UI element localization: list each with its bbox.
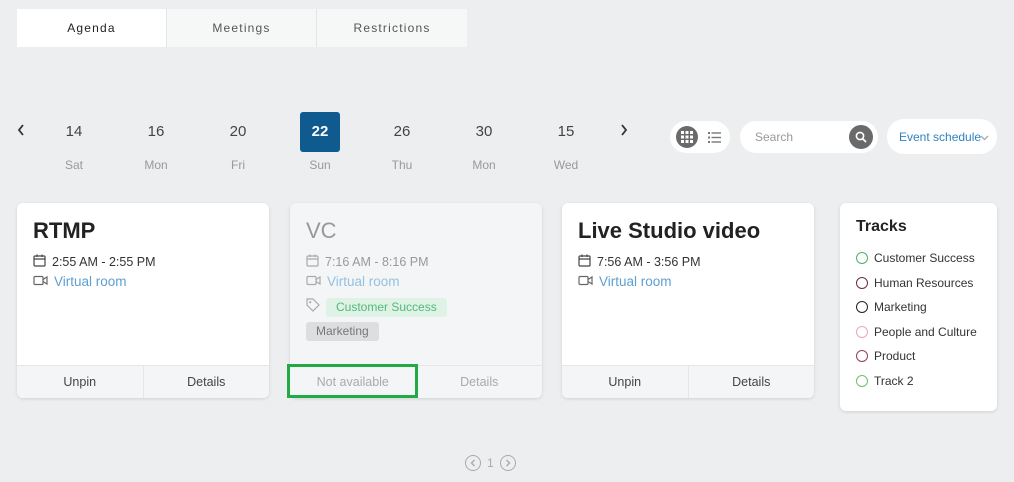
session-time-text: 7:56 AM - 3:56 PM: [597, 255, 701, 269]
date-day: 30: [475, 123, 493, 140]
date-weekday: Sun: [309, 158, 331, 172]
track-item[interactable]: People and Culture: [856, 320, 981, 345]
session-title: VC: [306, 218, 337, 243]
next-page-icon[interactable]: [499, 455, 516, 471]
date-item-selected[interactable]: 22 Sun: [300, 112, 340, 172]
date-item[interactable]: 26 Thu: [382, 112, 422, 172]
session-time: 7:16 AM - 8:16 PM: [306, 254, 429, 270]
tag-icon: [306, 298, 320, 317]
session-time: 7:56 AM - 3:56 PM: [578, 254, 701, 270]
date-item[interactable]: 15 Wed: [546, 112, 586, 172]
unpin-button[interactable]: Unpin: [17, 366, 143, 398]
date-day: 16: [147, 123, 165, 140]
prev-page-icon[interactable]: [465, 455, 481, 471]
view-toggle: [670, 121, 730, 153]
list-view-icon[interactable]: [706, 129, 722, 145]
session-card: RTMP 2:55 AM - 2:55 PM Virtual room Unpi…: [17, 203, 269, 398]
date-day: 20: [229, 123, 247, 140]
session-tags: Customer Success Marketing: [306, 298, 536, 346]
tab-bar: Agenda Meetings Restrictions: [17, 9, 467, 47]
tracks-title: Tracks: [856, 218, 907, 235]
session-card: Live Studio video 7:56 AM - 3:56 PM Virt…: [562, 203, 814, 398]
track-label: Marketing: [874, 300, 927, 315]
grid-view-icon[interactable]: [676, 126, 698, 148]
tab-meetings[interactable]: Meetings: [167, 9, 317, 47]
virtual-room-label: Virtual room: [599, 274, 672, 289]
event-schedule-value: Event schedule: [899, 129, 982, 144]
session-time: 2:55 AM - 2:55 PM: [33, 254, 156, 270]
calendar-icon: [578, 254, 591, 270]
session-title: RTMP: [33, 218, 96, 243]
video-camera-icon: [33, 274, 48, 289]
calendar-icon: [306, 254, 319, 270]
details-button[interactable]: Details: [415, 366, 543, 398]
details-button[interactable]: Details: [687, 366, 815, 398]
tab-restrictions[interactable]: Restrictions: [317, 9, 467, 47]
track-item[interactable]: Product: [856, 344, 981, 369]
video-camera-icon: [578, 274, 593, 289]
chevron-down-icon: [980, 130, 989, 144]
track-color-dot: [856, 325, 868, 338]
date-item[interactable]: 14 Sat: [54, 112, 94, 172]
date-weekday: Fri: [231, 158, 245, 172]
date-day: 14: [65, 123, 83, 140]
date-day: 26: [393, 123, 411, 140]
date-weekday: Wed: [553, 158, 579, 172]
track-label: Track 2: [874, 373, 914, 388]
virtual-room-link[interactable]: Virtual room: [578, 274, 672, 289]
tag-marketing: Marketing: [306, 322, 379, 341]
pagination: 1: [465, 455, 516, 471]
highlight-box: [287, 364, 418, 398]
details-button[interactable]: Details: [142, 366, 270, 398]
tracks-panel: Tracks Customer Success Human Resources …: [840, 203, 997, 411]
track-color-dot: [856, 374, 868, 387]
search-box: [740, 121, 878, 153]
track-color-dot: [856, 350, 868, 363]
card-actions: Unpin Details: [17, 365, 269, 398]
session-time-text: 2:55 AM - 2:55 PM: [52, 255, 156, 269]
date-day: 22: [300, 112, 340, 152]
session-title: Live Studio video: [578, 218, 761, 243]
date-item[interactable]: 30 Mon: [464, 112, 504, 172]
date-item[interactable]: 16 Mon: [136, 112, 176, 172]
virtual-room-label: Virtual room: [54, 274, 127, 289]
date-weekday: Thu: [391, 158, 413, 172]
search-input[interactable]: [755, 130, 845, 144]
track-item[interactable]: Customer Success: [856, 246, 981, 271]
page-number[interactable]: 1: [487, 456, 494, 470]
event-schedule-select[interactable]: Event schedule: [887, 119, 997, 154]
track-label: Customer Success: [874, 251, 975, 266]
track-item[interactable]: Track 2: [856, 369, 981, 394]
virtual-room-link[interactable]: Virtual room: [33, 274, 127, 289]
date-weekday: Mon: [472, 158, 496, 172]
date-weekday: Mon: [144, 158, 168, 172]
prev-dates-icon[interactable]: [14, 122, 28, 138]
track-label: Product: [874, 349, 916, 364]
track-item[interactable]: Marketing: [856, 295, 981, 320]
search-icon[interactable]: [849, 125, 873, 149]
tab-agenda[interactable]: Agenda: [17, 9, 167, 47]
virtual-room-link[interactable]: Virtual room: [306, 274, 400, 289]
track-color-dot: [856, 252, 868, 265]
next-dates-icon[interactable]: [617, 122, 631, 138]
track-label: People and Culture: [874, 324, 977, 339]
track-item[interactable]: Human Resources: [856, 271, 981, 296]
track-color-dot: [856, 276, 868, 289]
track-label: Human Resources: [874, 275, 974, 290]
card-actions: Unpin Details: [562, 365, 814, 398]
virtual-room-label: Virtual room: [327, 274, 400, 289]
video-camera-icon: [306, 274, 321, 289]
date-day: 15: [557, 123, 575, 140]
date-item[interactable]: 20 Fri: [218, 112, 258, 172]
date-weekday: Sat: [64, 158, 83, 172]
session-time-text: 7:16 AM - 8:16 PM: [325, 255, 429, 269]
unpin-button[interactable]: Unpin: [562, 366, 688, 398]
track-color-dot: [856, 301, 868, 314]
calendar-icon: [33, 254, 46, 270]
tag-customer-success: Customer Success: [326, 298, 447, 317]
